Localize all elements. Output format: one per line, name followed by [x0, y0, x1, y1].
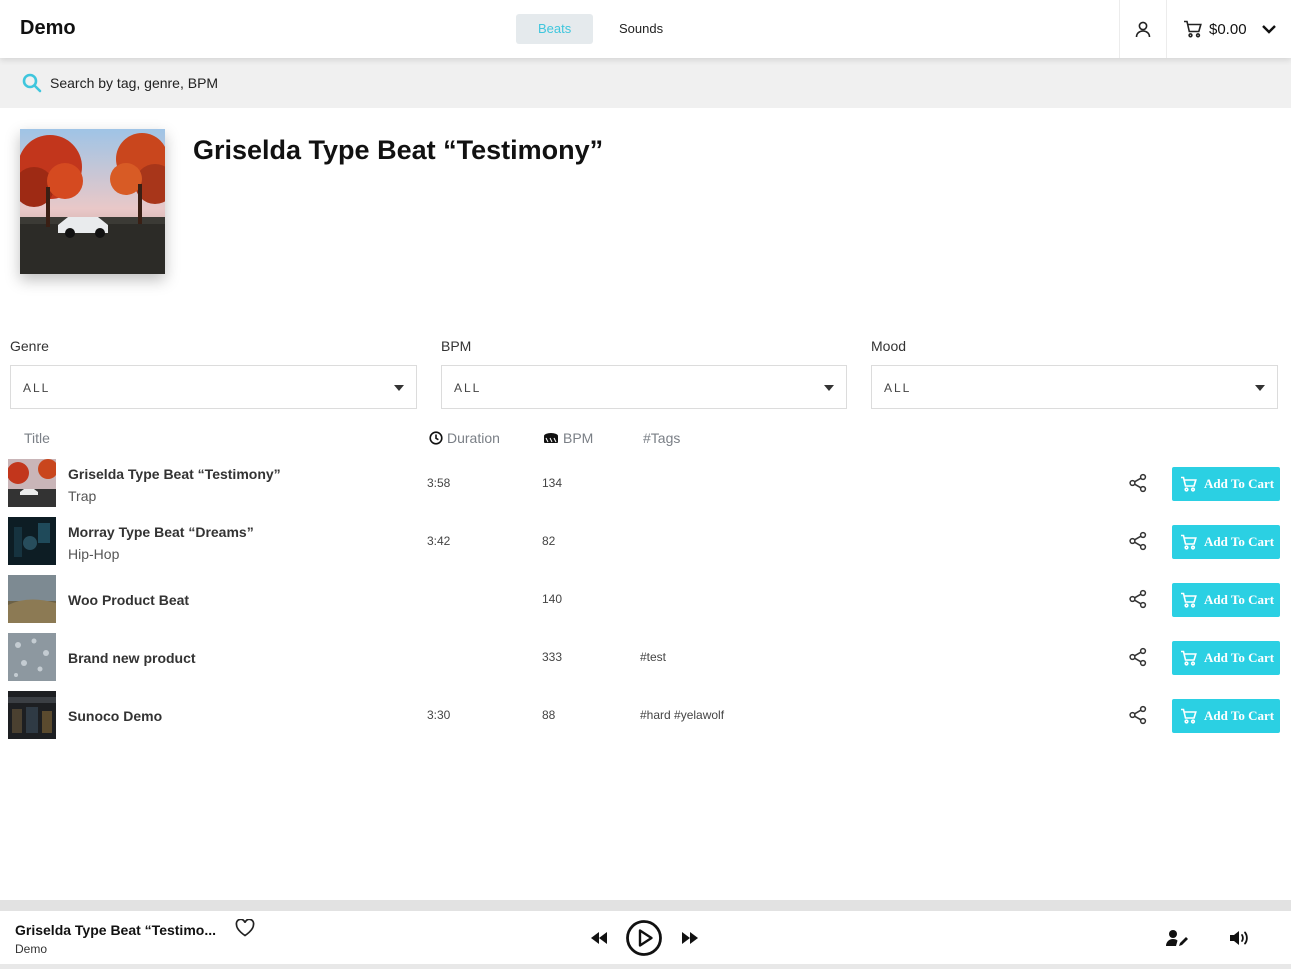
cover-art	[20, 129, 165, 274]
brand-logo[interactable]: Demo	[20, 17, 76, 40]
track-bpm: 88	[542, 708, 556, 722]
track-thumbnail	[8, 517, 56, 565]
user-edit-icon	[1166, 930, 1188, 946]
column-header-tags: #Tags	[643, 430, 681, 446]
rewind-button[interactable]	[588, 927, 610, 949]
cart-icon	[1181, 650, 1197, 666]
cart-icon	[1184, 20, 1202, 38]
add-to-cart-button[interactable]: Add To Cart	[1172, 641, 1280, 675]
genre-select-value: ALL	[23, 381, 51, 395]
track-title[interactable]: Morray Type Beat “Dreams”	[68, 524, 254, 540]
account-button[interactable]	[1120, 0, 1166, 58]
share-icon[interactable]	[1128, 705, 1148, 725]
table-row[interactable]: Morray Type Beat “Dreams” Hip-Hop 3:42 8…	[0, 517, 1291, 575]
cart-total: $0.00	[1209, 20, 1247, 38]
track-tags[interactable]: #hard #yelawolf	[640, 708, 724, 722]
search-icon	[22, 73, 42, 93]
player-progress-track[interactable]	[0, 900, 1291, 911]
cart-icon	[1181, 708, 1197, 724]
play-icon	[626, 920, 662, 956]
track-bpm: 82	[542, 534, 556, 548]
track-bpm: 140	[542, 592, 563, 606]
volume-button[interactable]	[1228, 927, 1252, 949]
track-genre: Hip-Hop	[68, 546, 120, 562]
track-thumbnail	[8, 575, 56, 623]
track-title[interactable]: Sunoco Demo	[68, 708, 162, 724]
track-duration: 3:58	[427, 476, 451, 490]
tab-sounds[interactable]: Sounds	[597, 14, 685, 44]
add-to-cart-button[interactable]: Add To Cart	[1172, 525, 1280, 559]
fast-forward-button[interactable]	[679, 927, 701, 949]
page-title: Griselda Type Beat “Testimony”	[193, 135, 604, 165]
track-duration: 3:30	[427, 708, 451, 722]
cart-icon	[1181, 534, 1197, 550]
share-icon[interactable]	[1128, 589, 1148, 609]
track-title[interactable]: Griselda Type Beat “Testimony”	[68, 466, 281, 482]
track-tags[interactable]: #test	[640, 650, 666, 664]
table-row[interactable]: Woo Product Beat 140 Add To Cart	[0, 575, 1291, 633]
add-to-cart-button[interactable]: Add To Cart	[1172, 467, 1280, 501]
bpm-select-value: ALL	[454, 381, 482, 395]
top-nav: Demo Beats Sounds $0.00	[0, 0, 1291, 58]
cart-icon	[1181, 476, 1197, 492]
clock-icon	[429, 431, 443, 445]
add-to-cart-button[interactable]: Add To Cart	[1172, 583, 1280, 617]
tab-beats[interactable]: Beats	[516, 14, 594, 44]
volume-icon	[1230, 931, 1248, 945]
search-input[interactable]	[50, 70, 550, 96]
track-thumbnail	[8, 691, 56, 739]
track-title[interactable]: Woo Product Beat	[68, 592, 189, 608]
genre-select[interactable]: ALL	[10, 365, 417, 409]
share-icon[interactable]	[1128, 647, 1148, 667]
cart-icon	[1181, 592, 1197, 608]
fast-forward-icon	[682, 932, 698, 944]
mood-select[interactable]: ALL	[871, 365, 1278, 409]
share-icon[interactable]	[1128, 531, 1148, 551]
caret-down-icon	[1255, 385, 1265, 391]
play-button[interactable]	[625, 919, 663, 957]
player-track-title[interactable]: Griselda Type Beat “Testimo...	[15, 922, 216, 938]
user-icon	[1135, 21, 1151, 37]
add-to-cart-button[interactable]: Add To Cart	[1172, 699, 1280, 733]
track-duration: 3:42	[427, 534, 451, 548]
filter-label-bpm: BPM	[441, 338, 472, 354]
track-genre: Trap	[68, 488, 97, 504]
artist-follow-button[interactable]	[1165, 927, 1189, 949]
column-header-duration: Duration	[429, 430, 500, 446]
filter-label-genre: Genre	[10, 338, 49, 354]
caret-down-icon	[824, 385, 834, 391]
filter-label-mood: Mood	[871, 338, 907, 354]
track-bpm: 333	[542, 650, 563, 664]
chevron-down-icon[interactable]	[1261, 23, 1277, 35]
track-thumbnail	[8, 633, 56, 681]
table-row[interactable]: Griselda Type Beat “Testimony” Trap 3:58…	[0, 459, 1291, 517]
rewind-icon	[591, 932, 607, 944]
column-header-bpm: BPM	[543, 430, 593, 446]
track-bpm: 134	[542, 476, 563, 490]
bpm-select[interactable]: ALL	[441, 365, 847, 409]
player-artist: Demo	[15, 942, 48, 956]
table-row[interactable]: Brand new product 333 #test Add To Cart	[0, 633, 1291, 691]
caret-down-icon	[394, 385, 404, 391]
audio-player: Griselda Type Beat “Testimo... Demo	[0, 911, 1291, 964]
column-header-title: Title	[24, 430, 50, 446]
search-bar	[0, 58, 1291, 108]
drum-icon	[544, 432, 558, 443]
table-row[interactable]: Sunoco Demo 3:30 88 #hard #yelawolf Add …	[0, 691, 1291, 749]
heart-icon[interactable]	[235, 919, 255, 937]
mood-select-value: ALL	[884, 381, 912, 395]
cart-button[interactable]: $0.00	[1167, 0, 1291, 58]
window-edge	[0, 964, 1291, 969]
track-title[interactable]: Brand new product	[68, 650, 196, 666]
share-icon[interactable]	[1128, 473, 1148, 493]
track-thumbnail	[8, 459, 56, 507]
